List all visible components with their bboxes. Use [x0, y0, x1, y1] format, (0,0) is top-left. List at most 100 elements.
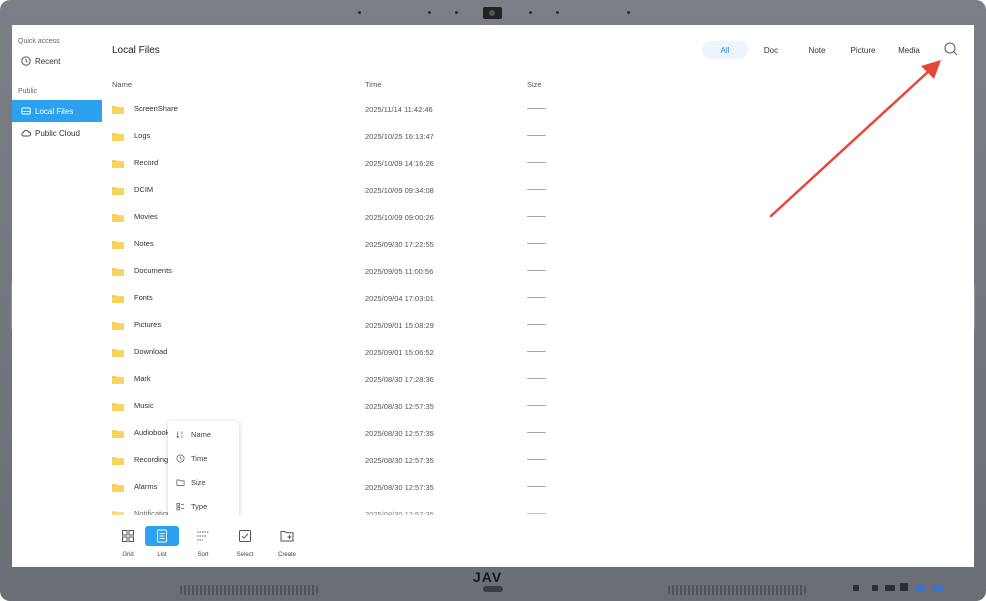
tab-doc[interactable]: Doc	[748, 41, 794, 59]
speaker-grille	[668, 585, 806, 595]
sort-by-name[interactable]: AZ Name	[168, 422, 239, 446]
usb-port	[916, 585, 926, 591]
grid-icon	[122, 530, 134, 542]
file-name: Pictures	[134, 320, 162, 329]
file-size-placeholder	[527, 351, 546, 352]
search-button[interactable]	[943, 41, 959, 57]
folder-icon	[112, 376, 124, 384]
sidebar-item-label: Public Cloud	[35, 128, 80, 138]
folder-icon	[112, 214, 124, 222]
folder-icon	[112, 187, 124, 195]
file-time: 2025/11/14 11:42:46	[365, 105, 433, 114]
camera	[483, 7, 502, 19]
sensor-dot	[529, 11, 532, 14]
table-row[interactable]: Documents 2025/09/05 11:00:56	[112, 257, 632, 284]
table-row[interactable]: Music 2025/08/30 12:57:35	[112, 392, 632, 419]
sort-item-label: Type	[191, 501, 208, 511]
file-time: 2025/10/09 09:34:08	[365, 186, 434, 195]
table-row[interactable]: Record 2025/10/09 14:16:26	[112, 149, 632, 176]
sensor-dot	[627, 11, 630, 14]
toolbar-label: List	[157, 552, 167, 558]
filter-tabs: All Doc Note Picture Media	[702, 41, 932, 59]
file-time: 2025/10/25 16:13:47	[365, 132, 434, 141]
sensor-dot	[428, 11, 431, 14]
file-size-placeholder	[527, 297, 546, 298]
sidebar-item-recent[interactable]: Recent	[12, 50, 102, 72]
sidebar-item-local-files[interactable]: Local Files	[12, 100, 102, 122]
file-time: 2025/08/30 12:57:35	[365, 456, 434, 465]
hard-drive-icon	[21, 107, 31, 115]
file-time: 2025/09/04 17:03:01	[365, 294, 434, 303]
file-size-placeholder	[527, 243, 546, 244]
file-time: 2025/09/01 15:08:29	[365, 321, 434, 330]
sort-button[interactable]: Sort	[187, 526, 219, 562]
table-row[interactable]: Mark 2025/08/30 17:28:36	[112, 365, 632, 392]
table-row[interactable]: DCIM 2025/10/09 09:34:08	[112, 176, 632, 203]
sort-alpha-icon: AZ	[176, 431, 184, 439]
folder-icon	[112, 403, 124, 411]
sensor-dot	[358, 11, 361, 14]
column-header-name[interactable]: Name	[112, 80, 132, 89]
file-name: Recordings	[134, 455, 172, 464]
sort-by-time[interactable]: Time	[168, 446, 239, 470]
folder-icon	[112, 430, 124, 438]
file-name: Fonts	[134, 293, 153, 302]
toolbar-label: Sort	[197, 552, 209, 558]
sidebar-item-label: Recent	[35, 56, 61, 66]
toolbar-label: Grid	[122, 552, 134, 558]
column-header-time[interactable]: Time	[365, 80, 381, 89]
file-name: Alarms	[134, 482, 158, 491]
sort-by-size[interactable]: Size	[168, 470, 239, 494]
file-size-placeholder	[527, 378, 546, 379]
screen: Quick access Recent Public Local Files P…	[12, 25, 974, 567]
checkbox-icon	[239, 530, 251, 542]
file-name: Download	[134, 347, 168, 356]
speaker-grille	[180, 585, 318, 595]
folder-icon	[112, 457, 124, 465]
toolbar-label: Select	[236, 552, 254, 558]
select-button[interactable]: Select	[229, 526, 261, 562]
home-button[interactable]	[483, 586, 503, 592]
file-name: Mark	[134, 374, 151, 383]
bottom-toolbar: Grid List Sort Select Create	[12, 515, 974, 567]
column-header-size[interactable]: Size	[527, 80, 542, 89]
file-name: Music	[134, 401, 154, 410]
file-size-placeholder	[527, 270, 546, 271]
table-row[interactable]: Notes 2025/09/30 17:22:55	[112, 230, 632, 257]
tab-picture[interactable]: Picture	[840, 41, 886, 59]
table-row[interactable]: Download 2025/09/01 15:06:52	[112, 338, 632, 365]
folder-icon	[112, 160, 124, 168]
create-button[interactable]: Create	[271, 526, 303, 562]
table-row[interactable]: Logs 2025/10/25 16:13:47	[112, 122, 632, 149]
table-row[interactable]: ScreenShare 2025/11/14 11:42:46	[112, 95, 632, 122]
list-view-button[interactable]: List	[145, 526, 179, 562]
usb-port	[933, 585, 943, 591]
sidebar-item-public-cloud[interactable]: Public Cloud	[12, 122, 102, 144]
file-time: 2025/10/09 09:00:26	[365, 213, 434, 222]
file-time: 2025/09/30 17:22:55	[365, 240, 434, 249]
port	[885, 585, 895, 591]
file-name: Record	[134, 158, 159, 167]
grid-view-button[interactable]: Grid	[112, 526, 144, 562]
file-size-placeholder	[527, 108, 546, 109]
tab-note[interactable]: Note	[794, 41, 840, 59]
table-row[interactable]: Pictures 2025/09/01 15:08:29	[112, 311, 632, 338]
file-name: Documents	[134, 266, 172, 275]
table-row[interactable]: Movies 2025/10/09 09:00:26	[112, 203, 632, 230]
tab-all[interactable]: All	[702, 41, 748, 59]
folder-icon	[112, 322, 124, 330]
file-size-placeholder	[527, 486, 546, 487]
sort-item-label: Name	[191, 429, 212, 439]
sort-icon	[197, 531, 209, 541]
folder-outline-icon	[176, 479, 185, 486]
list-icon	[157, 529, 167, 543]
file-size-placeholder	[527, 432, 546, 433]
file-size-placeholder	[527, 135, 546, 136]
file-time: 2025/08/30 12:57:35	[365, 483, 434, 492]
table-row[interactable]: Fonts 2025/09/04 17:03:01	[112, 284, 632, 311]
file-time: 2025/08/30 17:28:36	[365, 375, 434, 384]
tab-media[interactable]: Media	[886, 41, 932, 59]
file-size-placeholder	[527, 324, 546, 325]
port	[853, 585, 859, 591]
file-name: Notes	[134, 239, 154, 248]
